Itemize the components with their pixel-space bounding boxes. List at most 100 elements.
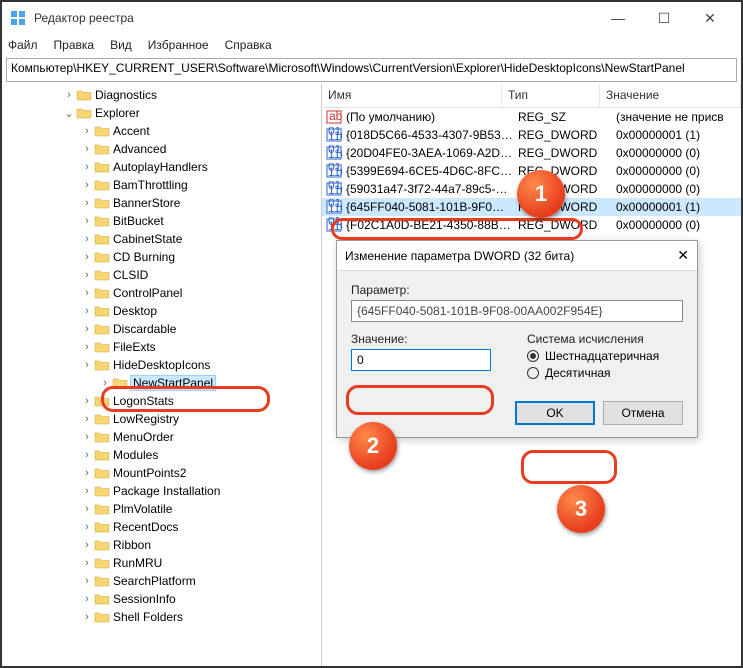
value-type-icon: 011110 <box>326 163 342 179</box>
window-controls: — ☐ ✕ <box>595 2 733 34</box>
tree-item[interactable]: ›SessionInfo <box>2 590 321 608</box>
tree-item[interactable]: ›BannerStore <box>2 194 321 212</box>
tree-item[interactable]: ›CLSID <box>2 266 321 284</box>
svg-text:110: 110 <box>328 183 342 197</box>
menu-help[interactable]: Справка <box>225 38 272 52</box>
window-title: Редактор реестра <box>34 11 595 25</box>
tree-item[interactable]: ›Accent <box>2 122 321 140</box>
address-bar[interactable]: Компьютер\HKEY_CURRENT_USER\Software\Mic… <box>6 58 737 82</box>
twisty-icon: › <box>62 89 76 101</box>
value-type: REG_DWORD <box>518 200 616 214</box>
tree-label: Discardable <box>113 322 176 336</box>
ok-button[interactable]: OK <box>515 401 595 425</box>
tree-label: Modules <box>113 448 158 462</box>
tree-item[interactable]: ›RecentDocs <box>2 518 321 536</box>
twisty-icon: › <box>80 143 94 155</box>
registry-value-row[interactable]: 011110{59031a47-3f72-44a7-89c5-…REG_DWOR… <box>322 180 741 198</box>
tree-item[interactable]: ›HideDesktopIcons <box>2 356 321 374</box>
tree-panel[interactable]: ›Diagnostics⌄Explorer›Accent›Advanced›Au… <box>2 84 322 666</box>
value-type: REG_DWORD <box>518 128 616 142</box>
tree-item[interactable]: ›AutoplayHandlers <box>2 158 321 176</box>
menu-favorites[interactable]: Избранное <box>148 38 209 52</box>
twisty-icon: ⌄ <box>62 107 76 120</box>
tree-item[interactable]: ›Modules <box>2 446 321 464</box>
base-label: Система исчисления <box>527 332 683 346</box>
value-input[interactable]: 0 <box>351 349 491 371</box>
value-label: Значение: <box>351 332 507 346</box>
twisty-icon: › <box>80 503 94 515</box>
value-type-icon: 011110 <box>326 145 342 161</box>
dialog-close-button[interactable]: ✕ <box>659 247 689 264</box>
twisty-icon: › <box>80 215 94 227</box>
twisty-icon: › <box>80 575 94 587</box>
twisty-icon: › <box>80 251 94 263</box>
tree-item[interactable]: ›CabinetState <box>2 230 321 248</box>
menu-edit[interactable]: Правка <box>54 38 95 52</box>
col-name[interactable]: Имя <box>322 84 502 107</box>
col-type[interactable]: Тип <box>502 84 600 107</box>
tree-label: AutoplayHandlers <box>113 160 208 174</box>
tree-item[interactable]: ›SearchPlatform <box>2 572 321 590</box>
twisty-icon: › <box>80 593 94 605</box>
registry-value-row[interactable]: 011110{F02C1A0D-BE21-4350-88B…REG_DWORD0… <box>322 216 741 234</box>
param-label: Параметр: <box>351 283 683 297</box>
value-type-icon: 011110 <box>326 199 342 215</box>
tree-item[interactable]: ›LowRegistry <box>2 410 321 428</box>
tree-item[interactable]: ›CD Burning <box>2 248 321 266</box>
svg-text:110: 110 <box>328 147 342 161</box>
tree-item[interactable]: ›Discardable <box>2 320 321 338</box>
tree-item[interactable]: ›NewStartPanel <box>2 374 321 392</box>
radio-hex[interactable]: Шестнадцатеричная <box>527 349 683 363</box>
tree-label: FileExts <box>113 340 156 354</box>
tree-label: Explorer <box>95 106 140 120</box>
tree-item[interactable]: ›RunMRU <box>2 554 321 572</box>
tree-item[interactable]: › FileExts <box>2 338 321 356</box>
tree-item[interactable]: ›BitBucket <box>2 212 321 230</box>
tree-item[interactable]: ›ControlPanel <box>2 284 321 302</box>
param-field[interactable]: {645FF040-5081-101B-9F08-00AA002F954E} <box>351 300 683 322</box>
menu-view[interactable]: Вид <box>110 38 132 52</box>
cancel-button[interactable]: Отмена <box>603 401 683 425</box>
tree-item[interactable]: ›Package Installation <box>2 482 321 500</box>
value-name: {F02C1A0D-BE21-4350-88B… <box>346 218 518 232</box>
svg-text:110: 110 <box>328 219 342 233</box>
twisty-icon: › <box>80 539 94 551</box>
value-data: 0x00000000 (0) <box>616 218 741 232</box>
tree-item[interactable]: ›Desktop <box>2 302 321 320</box>
registry-value-row[interactable]: ab(По умолчанию)REG_SZ(значение не присв <box>322 108 741 126</box>
value-type-icon: 011110 <box>326 217 342 233</box>
minimize-button[interactable]: — <box>595 2 641 34</box>
tree-label: RecentDocs <box>113 520 178 534</box>
close-button[interactable]: ✕ <box>687 2 733 34</box>
tree-item[interactable]: ›LogonStats <box>2 392 321 410</box>
dialog-title: Изменение параметра DWORD (32 бита) <box>345 249 659 263</box>
tree-item[interactable]: ›MountPoints2 <box>2 464 321 482</box>
tree-item[interactable]: ›Ribbon <box>2 536 321 554</box>
tree-item[interactable]: ›PlmVolatile <box>2 500 321 518</box>
tree-item[interactable]: ›Diagnostics <box>2 86 321 104</box>
tree-label: MenuOrder <box>113 430 174 444</box>
tree-item[interactable]: ›Shell Folders <box>2 608 321 626</box>
radio-icon <box>527 350 539 362</box>
radio-icon <box>527 367 539 379</box>
tree-label: CLSID <box>113 268 148 282</box>
twisty-icon: › <box>80 341 94 353</box>
dialog-titlebar: Изменение параметра DWORD (32 бита) ✕ <box>337 241 697 271</box>
twisty-icon: › <box>80 125 94 137</box>
tree-item[interactable]: ⌄ Explorer <box>2 104 321 122</box>
col-value[interactable]: Значение <box>600 84 741 107</box>
menu-file[interactable]: Файл <box>8 38 38 52</box>
tree-item[interactable]: ›Advanced <box>2 140 321 158</box>
tree-item[interactable]: ›BamThrottling <box>2 176 321 194</box>
registry-value-row[interactable]: 011110{018D5C66-4533-4307-9B53…REG_DWORD… <box>322 126 741 144</box>
svg-text:110: 110 <box>328 129 342 143</box>
value-name: (По умолчанию) <box>346 110 518 124</box>
tree-item[interactable]: ›MenuOrder <box>2 428 321 446</box>
registry-value-row[interactable]: 011110{5399E694-6CE5-4D6C-8FC…REG_DWORD0… <box>322 162 741 180</box>
list-header: Имя Тип Значение <box>322 84 741 108</box>
twisty-icon: › <box>80 611 94 623</box>
radio-dec[interactable]: Десятичная <box>527 366 683 380</box>
registry-value-row[interactable]: 011110{645FF040-5081-101B-9F0…REG_DWORD0… <box>322 198 741 216</box>
registry-value-row[interactable]: 011110{20D04FE0-3AEA-1069-A2D…REG_DWORD0… <box>322 144 741 162</box>
maximize-button[interactable]: ☐ <box>641 2 687 34</box>
